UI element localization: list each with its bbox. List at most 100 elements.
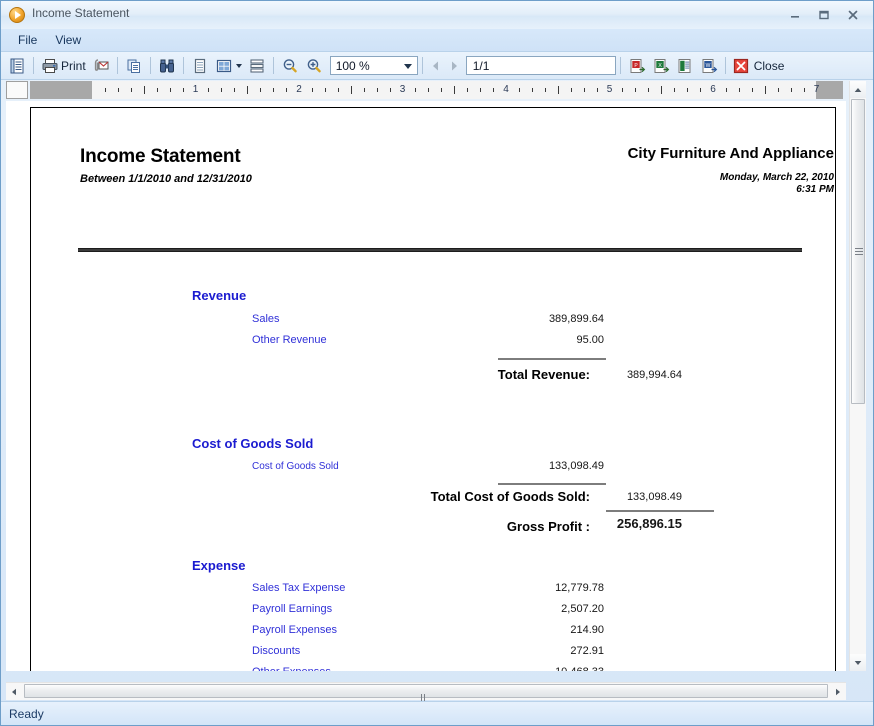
single-page-view-button[interactable] xyxy=(188,55,212,77)
document-map-button[interactable] xyxy=(5,55,29,77)
export-xls-button[interactable] xyxy=(673,55,697,77)
scroll-up-button[interactable] xyxy=(850,81,866,98)
line-item-value: 272.91 xyxy=(570,645,604,657)
ruler-tick xyxy=(790,88,792,92)
ruler-tick xyxy=(661,86,663,94)
ruler-tick xyxy=(273,88,275,92)
document-viewport[interactable]: Income Statement Between 1/1/2010 and 12… xyxy=(6,101,846,671)
report-title: Income Statement xyxy=(80,146,241,167)
horizontal-scroll-thumb[interactable] xyxy=(24,684,828,720)
scroll-up-icon xyxy=(854,87,862,92)
status-bar: Ready xyxy=(1,701,873,725)
app-icon xyxy=(9,7,25,23)
ruler-tick xyxy=(583,88,585,92)
mail-attachment-button[interactable] xyxy=(89,55,113,77)
previous-page-button[interactable] xyxy=(427,56,445,76)
application-window: Income Statement File View Print 100 % 1… xyxy=(0,0,874,726)
next-page-button[interactable] xyxy=(445,56,463,76)
ruler-corner xyxy=(6,81,28,99)
export-word-button[interactable]: W xyxy=(697,55,721,77)
ruler-tick xyxy=(337,88,339,92)
close-icon[interactable] xyxy=(838,5,867,25)
page-indicator-field[interactable]: 1/1 xyxy=(465,56,616,75)
grand-total-label: Gross Profit : xyxy=(506,519,590,534)
menu-view[interactable]: View xyxy=(46,31,90,49)
ruler-tick xyxy=(117,88,119,92)
ruler-tick xyxy=(570,88,572,92)
ruler-tick xyxy=(518,88,520,92)
ruler-tick xyxy=(389,88,391,92)
ruler-tick xyxy=(493,88,495,92)
ruler-tick xyxy=(725,88,727,92)
multi-page-view-button[interactable] xyxy=(212,55,245,77)
report-generated-datetime: Monday, March 22, 2010 6:31 PM xyxy=(720,172,834,196)
report-date-range: Between 1/1/2010 and 12/31/2010 xyxy=(80,173,252,185)
ruler-tick xyxy=(311,88,313,92)
chevron-down-icon[interactable] xyxy=(403,64,412,69)
ruler-tick xyxy=(738,88,740,92)
single-page-view-icon xyxy=(194,58,205,73)
ruler-number: 1 xyxy=(192,84,199,95)
ruler-tick xyxy=(687,88,689,92)
line-item-value: 2,507.20 xyxy=(561,603,604,615)
toolbar-separator xyxy=(33,57,34,74)
ruler-tick xyxy=(531,88,533,92)
ruler-number: 4 xyxy=(503,84,509,95)
section-heading-revenue: Revenue xyxy=(192,288,247,303)
scroll-down-button[interactable] xyxy=(850,654,866,671)
export-excel-button[interactable]: X xyxy=(649,55,673,77)
section-heading-expense: Expense xyxy=(192,558,246,573)
total-value: 133,098.49 xyxy=(626,491,682,503)
total-label: Total Cost of Goods Sold: xyxy=(430,489,590,504)
zoom-out-button[interactable] xyxy=(278,55,302,77)
section-heading-cogs: Cost of Goods Sold xyxy=(192,436,314,451)
export-pdf-button[interactable]: P xyxy=(625,55,649,77)
ruler-tick xyxy=(376,88,378,92)
subtotal-rule xyxy=(498,358,606,360)
print-label: Print xyxy=(61,58,86,73)
line-item-value: 389,899.64 xyxy=(548,313,604,325)
ruler-tick xyxy=(324,88,326,92)
scroll-left-button[interactable] xyxy=(6,683,22,700)
continuous-view-icon xyxy=(250,58,264,73)
horizontal-ruler: 1 2 3 4 5 6 7 xyxy=(30,81,843,99)
ruler-tick xyxy=(635,88,637,92)
continuous-view-button[interactable] xyxy=(245,55,269,77)
ruler-tick xyxy=(751,88,753,92)
close-preview-button[interactable]: Close xyxy=(730,55,788,77)
total-label: Total Revenue: xyxy=(497,367,590,382)
scroll-right-button[interactable] xyxy=(830,683,846,700)
scroll-thumb-grip xyxy=(421,689,428,720)
zoom-level-combobox[interactable]: 100 % xyxy=(329,56,418,75)
line-item-value: 95.00 xyxy=(576,334,604,346)
ruler-tick xyxy=(480,88,482,92)
close-red-x-icon xyxy=(733,58,748,73)
vertical-scroll-thumb[interactable] xyxy=(851,99,865,404)
horizontal-scrollbar[interactable] xyxy=(6,682,846,720)
vertical-scrollbar[interactable] xyxy=(849,81,866,671)
find-button[interactable] xyxy=(155,55,179,77)
menu-file[interactable]: File xyxy=(9,31,46,49)
toolbar-separator xyxy=(182,57,184,74)
ruler-number: 2 xyxy=(296,84,302,95)
copy-icon xyxy=(127,59,140,73)
export-excel-icon: X xyxy=(654,58,669,73)
ruler-tick xyxy=(596,88,598,92)
ruler-tick xyxy=(777,88,779,92)
toolbar-separator xyxy=(724,57,726,74)
toolbar-separator xyxy=(149,57,151,74)
binoculars-find-icon xyxy=(159,59,174,72)
toolbar-separator xyxy=(116,57,118,74)
ruler-tick xyxy=(247,86,249,94)
page-indicator-value: 1/1 xyxy=(472,58,490,73)
print-button[interactable]: Print xyxy=(38,55,89,77)
total-value: 389,994.64 xyxy=(626,369,682,381)
minimize-icon[interactable] xyxy=(780,5,809,25)
maximize-icon[interactable] xyxy=(809,5,838,25)
line-item-label: Payroll Earnings xyxy=(252,603,333,615)
report-company-name: City Furniture And Appliance xyxy=(627,145,834,162)
copy-button[interactable] xyxy=(122,55,146,77)
multi-page-dropdown-arrow[interactable] xyxy=(235,63,242,68)
ruler-tick xyxy=(622,88,624,92)
zoom-in-button[interactable] xyxy=(302,55,326,77)
